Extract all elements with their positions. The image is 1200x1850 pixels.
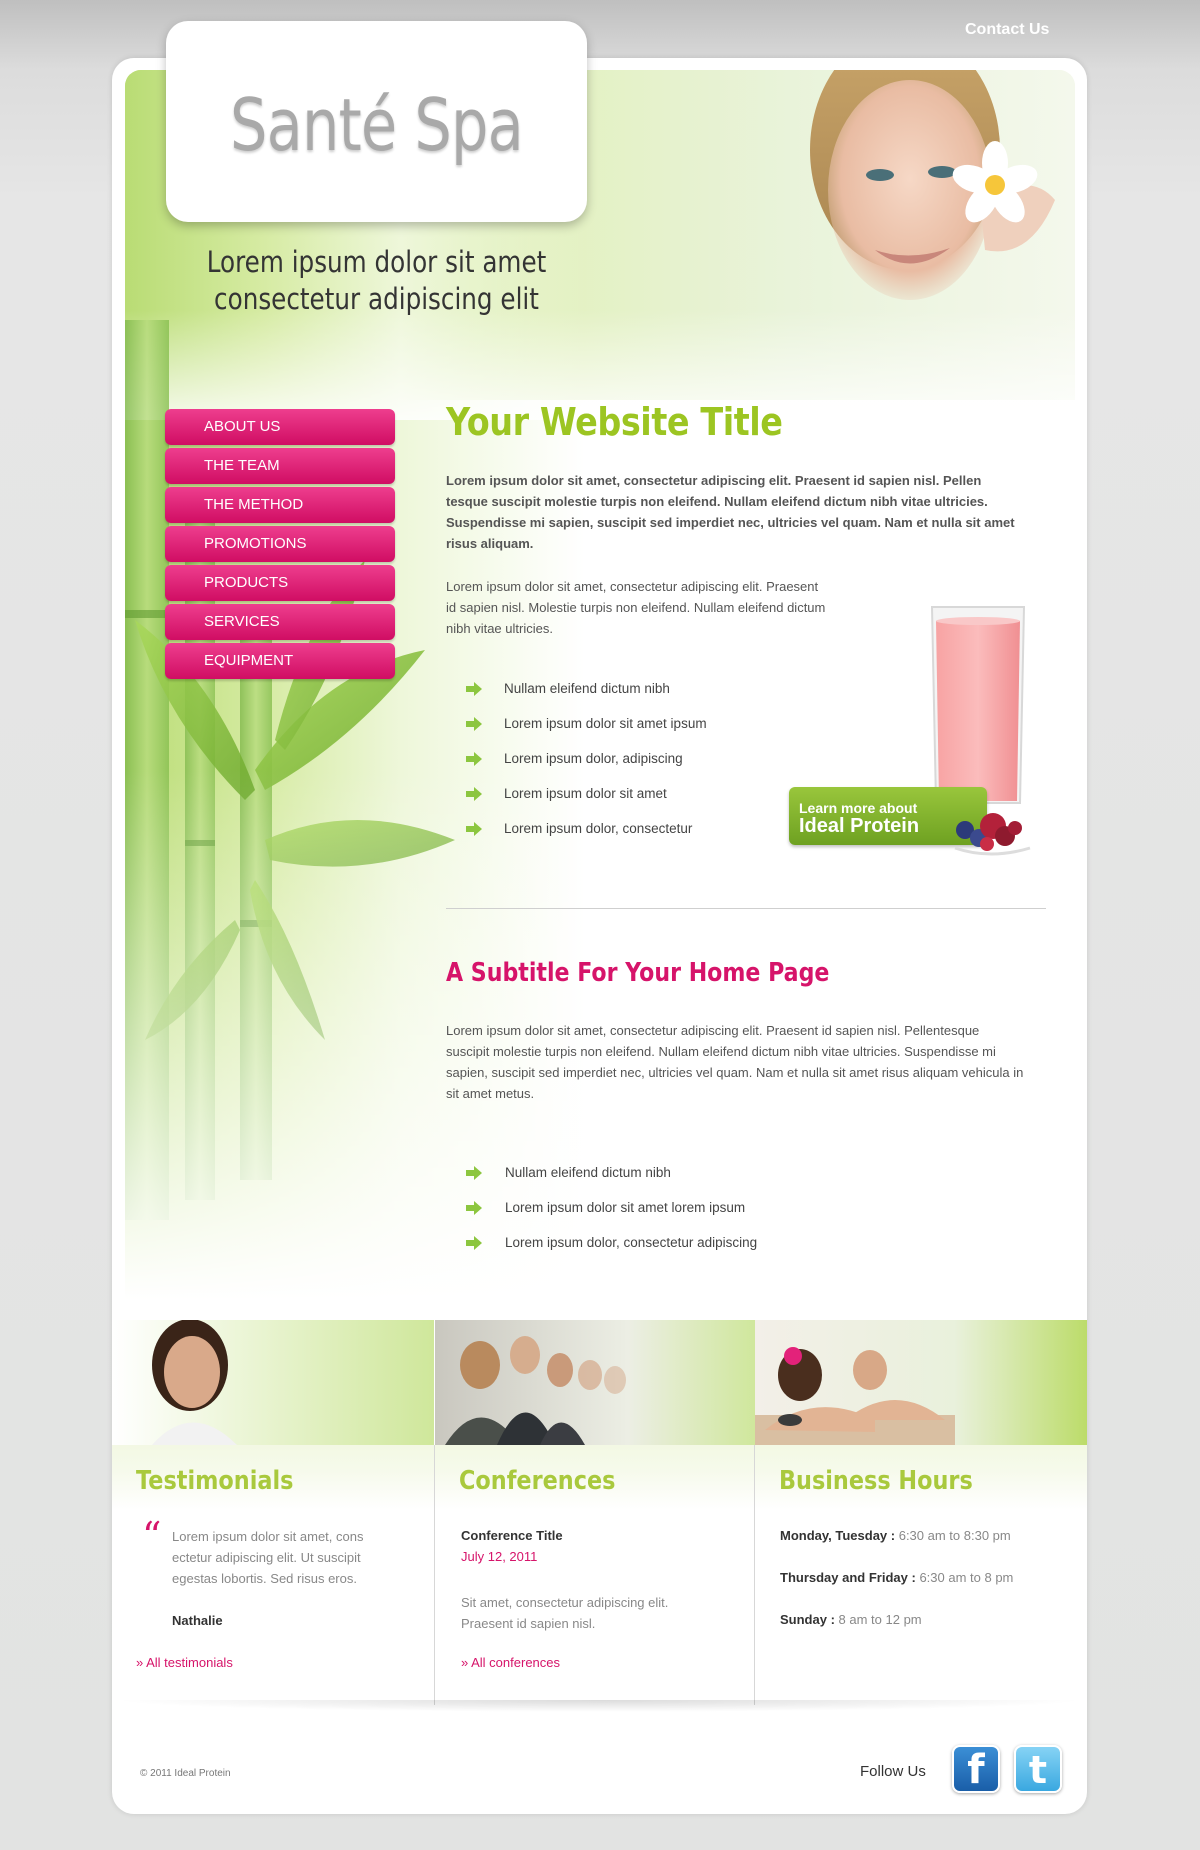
conference-item-description: Sit amet, consectetur adipiscing elit. P… (461, 1595, 669, 1631)
conference-item-title[interactable]: Conference Title (461, 1528, 563, 1543)
hours-time: 6:30 am to 8 pm (919, 1570, 1014, 1585)
arrow-right-icon (466, 1201, 482, 1215)
protein-drink-image (930, 606, 1026, 804)
twitter-icon[interactable]: t (1014, 1745, 1062, 1793)
arrow-right-icon (466, 1166, 482, 1180)
follow-us-label: Follow Us (860, 1763, 926, 1780)
list-item-text: Lorem ipsum dolor sit amet ipsum (504, 716, 707, 731)
nav-item-services[interactable]: SERVICES (165, 604, 395, 640)
nav-item-products[interactable]: PRODUCTS (165, 565, 395, 601)
copyright-text: © 2011 Ideal Protein (140, 1768, 231, 1779)
spa-couple-photo (755, 1320, 1087, 1445)
arrow-right-icon (466, 752, 482, 766)
testimonial-author: Nathalie (172, 1613, 223, 1628)
testimonial-person-photo (112, 1320, 434, 1445)
nav-item-the-team[interactable]: THE TEAM (165, 448, 395, 484)
arrow-right-icon (466, 717, 482, 731)
all-conferences-link[interactable]: » All conferences (461, 1655, 560, 1670)
contact-us-link[interactable]: Contact Us (965, 21, 1049, 39)
list-item: Nullam eleifend dictum nibh (446, 1163, 1026, 1198)
page-subtitle: A Subtitle For Your Home Page (446, 958, 830, 988)
list-item-text: Nullam eleifend dictum nibh (504, 681, 670, 696)
conferences-column: Conferences Conference Title July 12, 20… (435, 1320, 757, 1705)
hours-row: Sunday : 8 am to 12 pm (780, 1612, 922, 1627)
sidebar-nav: ABOUT US THE TEAM THE METHOD PROMOTIONS … (165, 409, 395, 682)
berries-image (954, 813, 1031, 856)
hours-row: Thursday and Friday : 6:30 am to 8 pm (780, 1570, 1013, 1585)
list-item-text: Lorem ipsum dolor sit amet lorem ipsum (505, 1200, 746, 1215)
hours-time: 6:30 am to 8:30 pm (898, 1528, 1011, 1543)
hours-row: Monday, Tuesday : 6:30 am to 8:30 pm (780, 1528, 1011, 1543)
tagline-line-1: Lorem ipsum dolor sit amet (206, 245, 547, 279)
arrow-right-icon (466, 787, 482, 801)
arrow-right-icon (466, 682, 482, 696)
hours-day: Monday, Tuesday : (780, 1528, 896, 1543)
hours-day: Sunday : (780, 1612, 835, 1627)
hours-day: Thursday and Friday : (780, 1570, 916, 1585)
promo-line-2: Ideal Protein (799, 815, 920, 837)
secondary-list: Nullam eleifend dictum nibh Lorem ipsum … (446, 1163, 1026, 1268)
conference-item-date: July 12, 2011 (461, 1549, 538, 1564)
business-hours-title: Business Hours (779, 1466, 973, 1496)
testimonial-text: Lorem ipsum dolor sit amet, cons ectetur… (172, 1529, 364, 1586)
nav-item-promotions[interactable]: PROMOTIONS (165, 526, 395, 562)
testimonials-column: Testimonials “ Lorem ipsum dolor sit ame… (112, 1320, 434, 1705)
list-item-text: Lorem ipsum dolor sit amet (504, 786, 667, 801)
nav-item-equipment[interactable]: EQUIPMENT (165, 643, 395, 679)
quote-icon: “ (142, 1514, 162, 1558)
page-title: Your Website Title (446, 400, 783, 444)
tagline-line-2: consectetur adipiscing elit (214, 282, 539, 316)
list-item-text: Lorem ipsum dolor, consectetur adipiscin… (505, 1235, 758, 1250)
arrow-right-icon (466, 822, 482, 836)
nav-item-the-method[interactable]: THE METHOD (165, 487, 395, 523)
conferences-title: Conferences (459, 1466, 616, 1496)
facebook-icon[interactable]: f (952, 1745, 1000, 1793)
testimonials-title: Testimonials (136, 1466, 294, 1496)
list-item: Lorem ipsum dolor sit amet lorem ipsum (446, 1198, 1026, 1233)
lead-paragraph: Lorem ipsum dolor sit amet, consectetur … (446, 473, 1015, 551)
list-item: Lorem ipsum dolor, consectetur adipiscin… (446, 1233, 1026, 1268)
secondary-paragraph: Lorem ipsum dolor sit amet, consectetur … (446, 1023, 1024, 1101)
nav-item-about-us[interactable]: ABOUT US (165, 409, 395, 445)
arrow-right-icon (466, 1236, 482, 1250)
logo-card[interactable]: Santé Spa (166, 21, 587, 222)
content-divider (446, 908, 1046, 909)
conference-group-photo (435, 1320, 757, 1445)
intro-paragraph: Lorem ipsum dolor sit amet, consectetur … (446, 579, 826, 636)
promo-line-1: Learn more about (799, 800, 918, 816)
all-testimonials-link[interactable]: » All testimonials (136, 1655, 233, 1670)
list-item-text: Nullam eleifend dictum nibh (505, 1165, 671, 1180)
feature-columns: Testimonials “ Lorem ipsum dolor sit ame… (112, 1320, 1087, 1705)
hours-time: 8 am to 12 pm (838, 1612, 922, 1627)
hero-tagline: Lorem ipsum dolor sit amet consectetur a… (198, 244, 556, 318)
site-logo[interactable]: Santé Spa (204, 83, 549, 167)
list-item-text: Lorem ipsum dolor, adipiscing (504, 751, 683, 766)
list-item-text: Lorem ipsum dolor, consectetur (504, 821, 693, 836)
business-hours-column: Business Hours Monday, Tuesday : 6:30 am… (755, 1320, 1087, 1705)
